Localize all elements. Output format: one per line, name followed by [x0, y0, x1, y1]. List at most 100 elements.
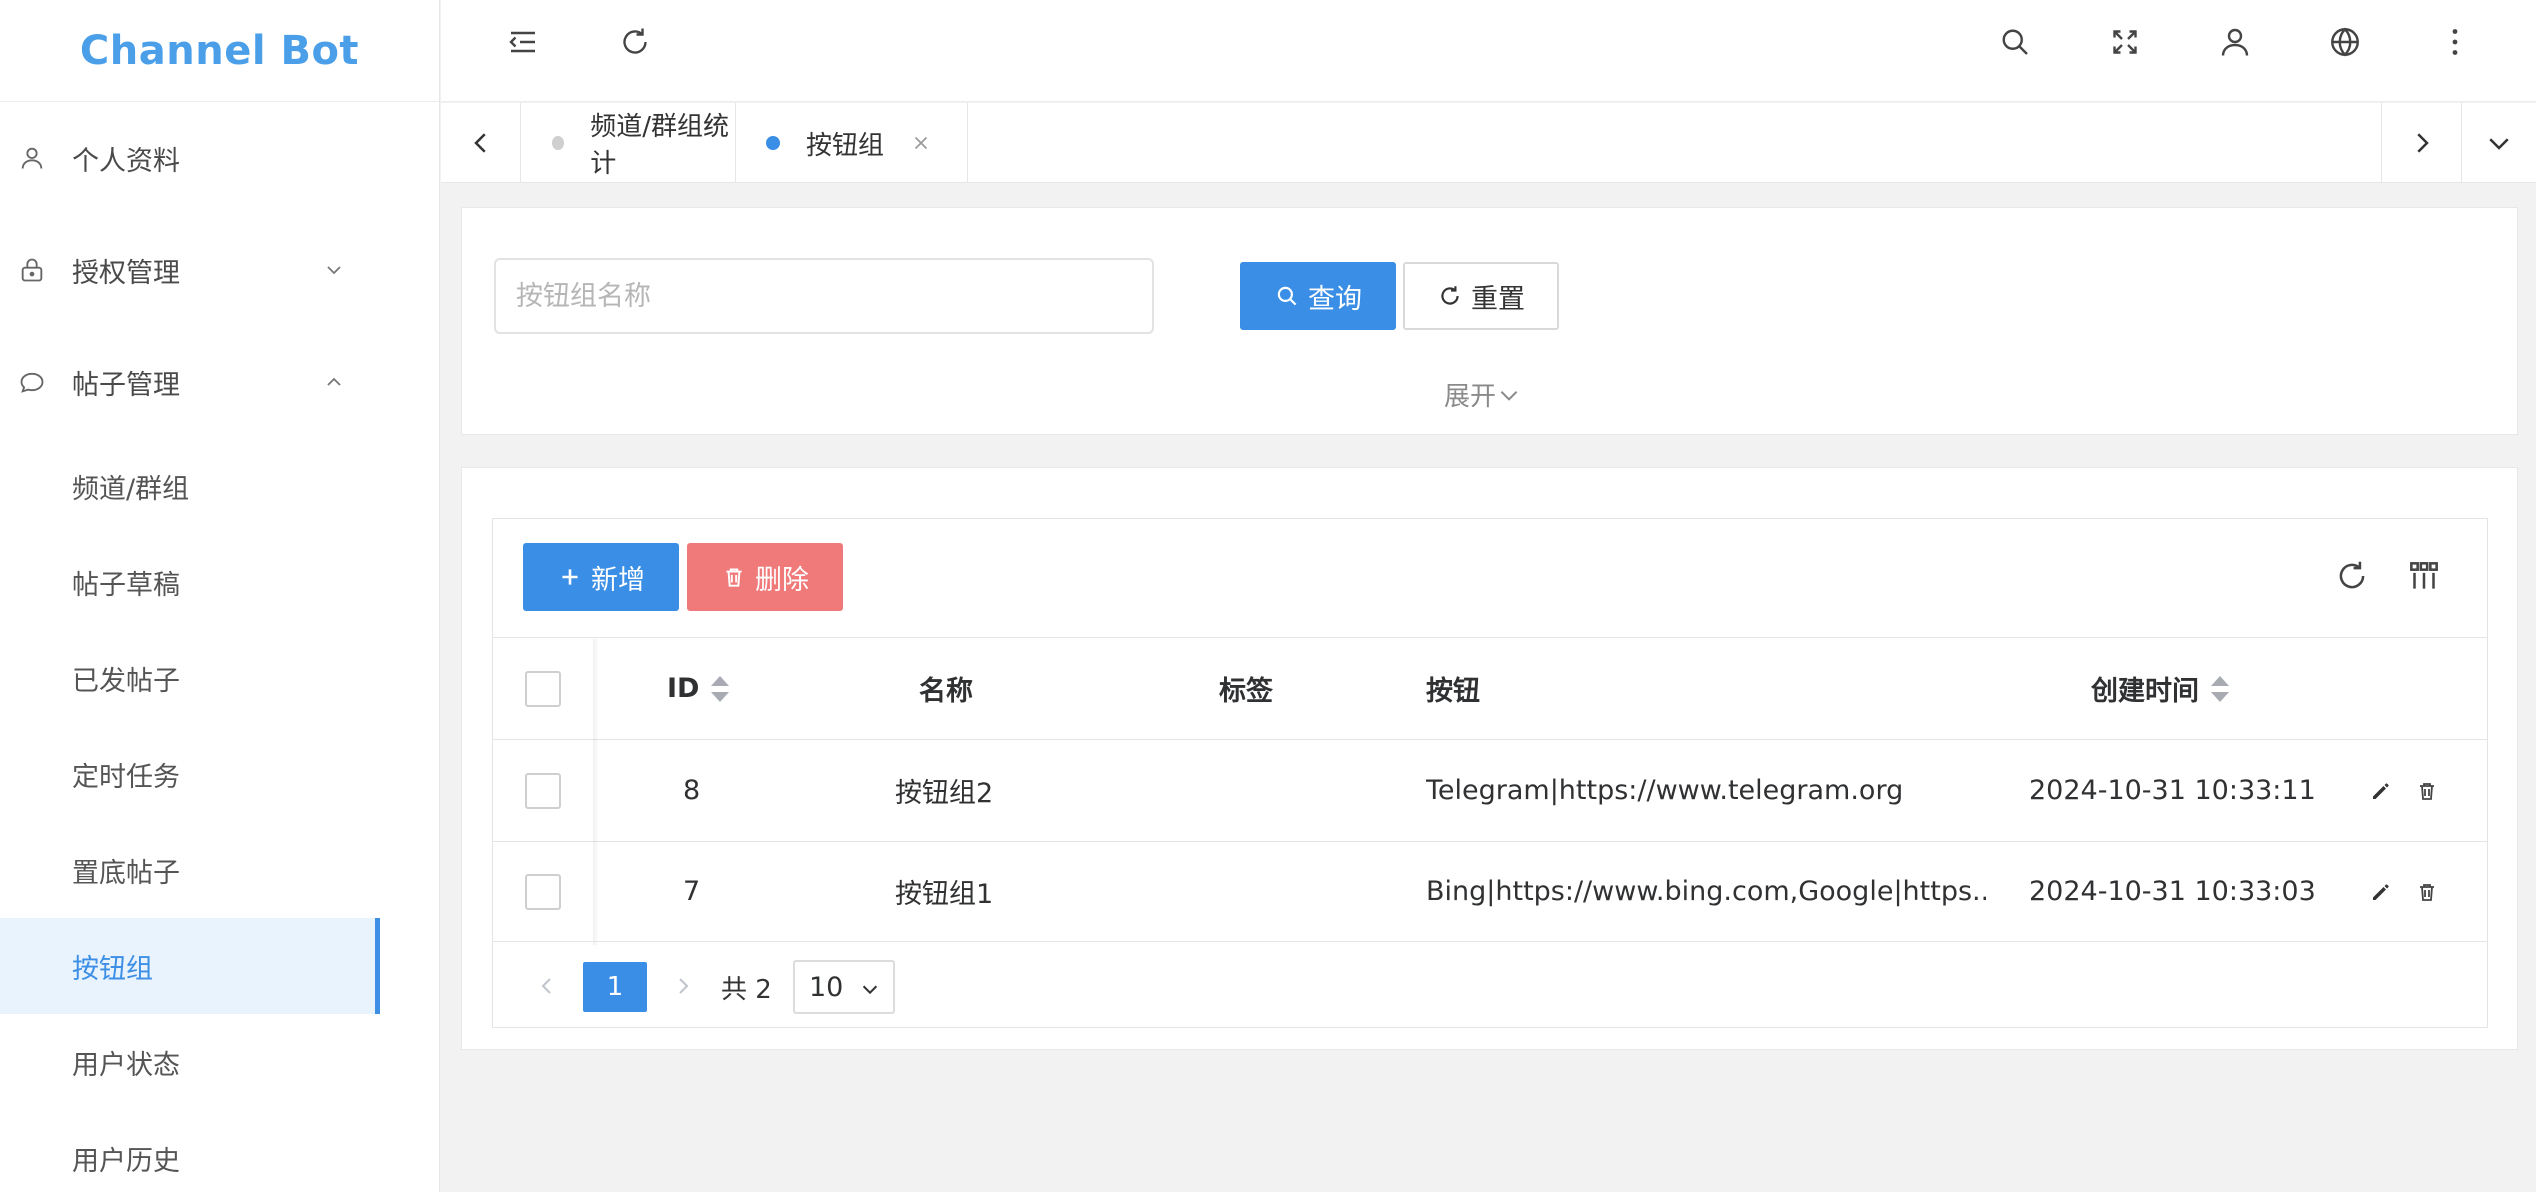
cell-id: 7	[683, 876, 701, 907]
sidebar: Channel Bot 个人资料 授权管理 帖子管理 频道/群组 帖子草稿 已发…	[0, 0, 440, 1192]
app-title: Channel Bot	[79, 27, 360, 74]
search-icon[interactable]	[1997, 24, 2033, 60]
tabs-bar: 频道/群组统计 按钮组	[441, 103, 2536, 183]
query-button[interactable]: 查询	[1240, 262, 1396, 330]
expand-toggle[interactable]: 展开	[1444, 376, 1522, 413]
cell-buttons: Telegram|https://www.telegram.org	[1426, 775, 1904, 806]
sidebar-subitem-pinned-bottom[interactable]: 置底帖子	[0, 822, 380, 918]
sidebar-subitem-label: 用户状态	[72, 1049, 180, 1081]
fullscreen-icon[interactable]	[2107, 24, 2143, 60]
chevron-down-icon	[1500, 390, 1518, 401]
sidebar-subitem-published[interactable]: 已发帖子	[0, 630, 380, 726]
cell-buttons: Bing|https://www.bing.com,Google|https..…	[1426, 876, 1986, 907]
cell-created: 2024-10-31 10:33:03	[2029, 876, 2316, 907]
sidebar-subitem-label: 频道/群组	[72, 473, 190, 505]
sidebar-subitem-channels[interactable]: 频道/群组	[0, 438, 380, 534]
row-checkbox[interactable]	[525, 740, 561, 841]
tabs-scroll-right-button[interactable]	[2381, 103, 2461, 183]
table-row: 8 按钮组2 Telegram|https://www.telegram.org…	[493, 739, 2487, 841]
delete-button[interactable]: 删除	[687, 543, 843, 611]
reset-button[interactable]: 重置	[1403, 262, 1559, 330]
app-logo[interactable]: Channel Bot	[0, 0, 439, 102]
select-all-checkbox[interactable]	[525, 638, 561, 739]
expand-label: 展开	[1444, 382, 1497, 412]
add-button[interactable]: 新增	[523, 543, 679, 611]
pagination: 1 共 2 10	[493, 941, 2487, 1027]
chevron-down-icon	[327, 266, 341, 275]
tab-button-groups[interactable]: 按钮组	[736, 103, 968, 183]
sort-icon	[711, 675, 730, 702]
tab-status-dot	[766, 136, 780, 150]
tab-channel-stats[interactable]: 频道/群组统计	[522, 103, 736, 183]
tabs-dropdown-button[interactable]	[2461, 103, 2536, 183]
column-header-created[interactable]: 创建时间	[2091, 638, 2229, 739]
sidebar-item-posts[interactable]: 帖子管理	[0, 334, 440, 430]
delete-button-label: 删除	[755, 564, 809, 596]
sidebar-subitem-scheduled[interactable]: 定时任务	[0, 726, 380, 822]
reset-button-label: 重置	[1471, 283, 1525, 315]
cell-name: 按钮组2	[895, 778, 994, 809]
user-icon	[21, 147, 43, 169]
prev-page-button[interactable]	[527, 964, 567, 1008]
table-refresh-icon[interactable]	[2333, 557, 2371, 595]
user-icon[interactable]	[2217, 24, 2253, 60]
delete-row-icon[interactable]	[2415, 740, 2439, 841]
page-size-select[interactable]: 10	[793, 960, 895, 1014]
fixed-column-shadow	[593, 639, 599, 945]
plus-icon	[562, 569, 578, 585]
sort-icon	[2211, 675, 2229, 702]
chevron-right-icon	[2416, 133, 2429, 153]
sidebar-subitem-label: 帖子草稿	[72, 569, 180, 601]
delete-row-icon[interactable]	[2415, 842, 2439, 941]
cell-created: 2024-10-31 10:33:11	[2029, 775, 2316, 806]
column-header-name: 名称	[919, 676, 973, 707]
trash-icon	[726, 568, 742, 587]
chevron-up-icon	[327, 377, 341, 386]
tabs-scroll-left-button[interactable]	[441, 103, 521, 183]
data-table: 新增 删除 ID 名称 标签 按钮 创建时间 8 按钮组2 Telegram|h…	[492, 518, 2488, 1028]
table-header-row: ID 名称 标签 按钮 创建时间	[493, 637, 2487, 739]
refresh-icon[interactable]	[617, 24, 653, 60]
edit-icon[interactable]	[2369, 842, 2393, 941]
tab-label: 按钮组	[806, 130, 885, 161]
sidebar-subitem-drafts[interactable]: 帖子草稿	[0, 534, 380, 630]
page-size-value: 10	[809, 971, 844, 1003]
button-group-name-input[interactable]	[494, 258, 1154, 334]
more-vertical-icon[interactable]	[2437, 24, 2473, 60]
cell-id: 8	[683, 775, 701, 806]
top-header	[441, 0, 2536, 102]
menu-fold-icon[interactable]	[505, 24, 541, 60]
chevron-down-icon	[2489, 138, 2509, 150]
table-row: 7 按钮组1 Bing|https://www.bing.com,Google|…	[493, 841, 2487, 941]
chevron-right-icon	[679, 978, 689, 994]
column-settings-icon[interactable]	[2405, 557, 2443, 595]
page-number-current[interactable]: 1	[583, 962, 647, 1012]
refresh-icon	[1441, 286, 1459, 305]
edit-icon[interactable]	[2369, 740, 2393, 841]
table-card: 新增 删除 ID 名称 标签 按钮 创建时间 8 按钮组2 Telegram|h…	[461, 467, 2518, 1050]
column-header-buttons: 按钮	[1426, 676, 1480, 707]
cell-name: 按钮组1	[895, 879, 994, 910]
sidebar-subitem-label: 定时任务	[72, 761, 180, 793]
sidebar-subitem-label: 已发帖子	[72, 665, 180, 697]
sidebar-item-label: 授权管理	[72, 257, 180, 289]
sidebar-item-profile[interactable]: 个人资料	[0, 110, 440, 206]
sidebar-subitem-user-history[interactable]: 用户历史	[0, 1110, 380, 1192]
sidebar-item-auth[interactable]: 授权管理	[0, 222, 440, 318]
sidebar-subitem-user-status[interactable]: 用户状态	[0, 1014, 380, 1110]
close-icon[interactable]	[910, 132, 932, 154]
chat-icon	[20, 372, 44, 393]
globe-icon[interactable]	[2327, 24, 2363, 60]
sidebar-subitem-button-groups[interactable]: 按钮组	[0, 918, 380, 1014]
pagination-total: 共 2	[721, 974, 772, 1005]
add-button-label: 新增	[591, 564, 645, 596]
sidebar-item-label: 个人资料	[72, 145, 180, 177]
next-page-button[interactable]	[663, 964, 703, 1008]
sidebar-subitem-label: 置底帖子	[72, 857, 180, 889]
query-button-label: 查询	[1308, 283, 1362, 315]
tab-label: 频道/群组统计	[590, 112, 730, 179]
search-card: 查询 重置 展开	[461, 207, 2518, 435]
row-checkbox[interactable]	[525, 842, 561, 941]
column-header-id[interactable]: ID	[667, 638, 730, 739]
search-icon	[1277, 286, 1297, 306]
